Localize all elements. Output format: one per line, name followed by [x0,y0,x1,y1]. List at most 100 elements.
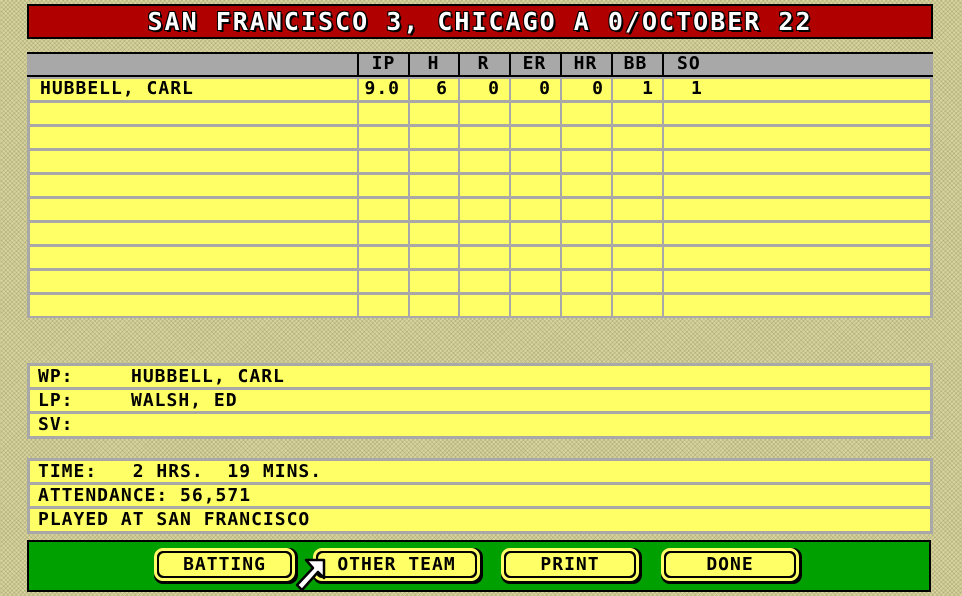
sv-label: SV: [38,414,74,435]
table-cell [460,151,509,172]
table-cell [30,271,357,292]
col-header-so: SO [677,53,701,74]
done-button[interactable]: DONE [661,548,802,584]
batting-button-label: BATTING [157,551,292,578]
table-cell [664,223,930,244]
table-cell [664,103,930,124]
table-cell [664,175,930,196]
table-cell [30,151,357,172]
col-header-er: ER [522,53,547,74]
table-cell [562,127,611,148]
table-cell [460,295,509,316]
table-cell [613,199,662,220]
table-cell [410,103,458,124]
table-cell [30,247,357,268]
table-cell [30,199,357,220]
table-cell [613,223,662,244]
pitcher-name: HUBBELL, CARL [40,78,194,99]
col-header-ip: IP [371,53,396,74]
table-cell [562,247,611,268]
mouse-pointer-icon [295,558,326,592]
table-cell [664,271,930,292]
table-cell [359,271,408,292]
table-cell [511,271,560,292]
game-time: TIME: 2 HRS. 19 MINS. [38,461,323,482]
table-cell [664,79,930,100]
table-cell [511,223,560,244]
table-cell [460,199,509,220]
stat-so: 1 [691,78,703,99]
col-header-hr: HR [573,53,598,74]
print-button[interactable]: PRINT [501,548,642,584]
table-cell [359,151,408,172]
table-cell [511,175,560,196]
table-cell [30,223,357,244]
table-cell [664,247,930,268]
table-cell [664,295,930,316]
table-cell [664,199,930,220]
table-cell [359,127,408,148]
table-cell [613,247,662,268]
lp-label: LP: [38,390,74,411]
table-cell [511,151,560,172]
attendance: ATTENDANCE: 56,571 [38,485,252,506]
col-header-r: R [477,53,490,74]
table-cell [562,151,611,172]
table-cell [613,151,662,172]
table-cell [410,151,458,172]
table-cell [562,103,611,124]
table-cell [613,103,662,124]
table-cell [410,175,458,196]
table-cell [460,271,509,292]
table-cell [613,175,662,196]
table-cell [613,295,662,316]
batting-button[interactable]: BATTING [154,548,298,584]
table-cell [359,175,408,196]
decisions-panel: WP: HUBBELL, CARL LP: WALSH, ED SV: [27,363,933,439]
table-cell [460,103,509,124]
table-cell [613,127,662,148]
table-cell [460,175,509,196]
col-header-h: H [427,53,440,74]
table-cell [359,103,408,124]
table-cell [562,271,611,292]
pitching-table: IP H R ER HR BB SO HUBBELL, CARL 9.0 6 0… [27,52,933,318]
other-team-button[interactable]: OTHER TEAM [313,548,483,584]
lp-value: WALSH, ED [131,390,238,411]
table-cell [562,223,611,244]
table-cell [511,295,560,316]
table-cell [562,199,611,220]
stat-h: 6 [436,78,448,99]
stat-ip: 9.0 [364,78,400,99]
table-cell [460,223,509,244]
table-cell [511,199,560,220]
table-cell [410,295,458,316]
game-info-panel: TIME: 2 HRS. 19 MINS. ATTENDANCE: 56,571… [27,458,933,534]
table-cell [664,151,930,172]
table-cell [410,271,458,292]
stat-er: 0 [539,78,551,99]
stat-bb: 1 [642,78,654,99]
print-button-label: PRINT [504,551,636,578]
played-at: PLAYED AT SAN FRANCISCO [38,509,311,530]
stat-r: 0 [488,78,500,99]
table-cell [460,127,509,148]
table-cell [359,247,408,268]
table-cell [30,127,357,148]
table-cell [359,295,408,316]
table-cell [410,247,458,268]
table-cell [410,127,458,148]
done-button-label: DONE [664,551,796,578]
other-team-button-label: OTHER TEAM [316,551,477,578]
table-cell [511,247,560,268]
table-cell [562,175,611,196]
table-cell [359,199,408,220]
wp-label: WP: [38,366,74,387]
table-cell [664,127,930,148]
table-cell [30,103,357,124]
wp-value: HUBBELL, CARL [131,366,285,387]
table-cell [30,175,357,196]
page-title: SAN FRANCISCO 3, CHICAGO A 0/OCTOBER 22 [27,4,933,39]
table-cell [460,247,509,268]
table-cell [562,295,611,316]
